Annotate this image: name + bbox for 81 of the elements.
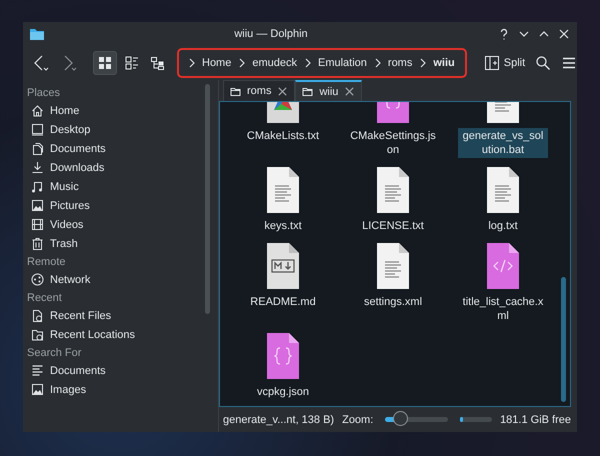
markdown-file-icon[interactable]: [266, 242, 300, 290]
sidebar-item[interactable]: Recent Locations: [50, 328, 135, 340]
folder-icon: [29, 26, 45, 40]
close-icon[interactable]: [277, 86, 288, 96]
sidebar-item[interactable]: Videos: [50, 218, 84, 230]
close-icon[interactable]: [557, 26, 571, 40]
sidebar-item[interactable]: Downloads: [50, 162, 104, 174]
scrollbar-thumb[interactable]: [205, 84, 210, 314]
music-note-icon: [31, 180, 44, 193]
breadcrumb-item[interactable]: Home: [189, 56, 232, 68]
recent-file-icon: [31, 309, 44, 322]
recent-folder-icon: [31, 328, 44, 341]
sidebar-item[interactable]: Documents: [50, 142, 106, 154]
breadcrumb-item[interactable]: wiiu: [420, 56, 455, 68]
split-button[interactable]: Split: [480, 52, 528, 74]
picture-icon: [31, 383, 44, 396]
documents-icon: [31, 142, 44, 155]
braces-file-icon[interactable]: [266, 332, 300, 380]
menu-icon: [561, 54, 577, 70]
split-panel-icon: [484, 54, 500, 70]
film-icon: [31, 218, 44, 231]
file-name[interactable]: CMakeSettings.json: [348, 128, 438, 158]
text-file-icon[interactable]: [376, 166, 410, 214]
house-icon: [31, 104, 44, 117]
sidebar-item[interactable]: Documents: [50, 364, 106, 376]
zoom-label: Zoom:: [342, 414, 374, 426]
sidebar-item[interactable]: Pictures: [50, 200, 90, 212]
monitor-icon: [31, 123, 44, 136]
slider-thumb[interactable]: [392, 411, 408, 426]
sidebar-item[interactable]: Trash: [50, 238, 78, 250]
status-text: generate_v...nt, 138 B): [223, 414, 334, 426]
back-arrow-icon: [32, 52, 50, 72]
grid-icon: [97, 54, 113, 70]
window-title: wiiu — Dolphin: [233, 28, 309, 40]
file-name[interactable]: keys.txt: [238, 218, 328, 234]
text-file-icon[interactable]: [486, 166, 520, 214]
section-heading: Search For: [27, 346, 82, 361]
breadcrumb-item[interactable]: roms: [374, 56, 412, 68]
file-name[interactable]: title_list_cache.xml: [458, 294, 548, 324]
sidebar-item[interactable]: Desktop: [50, 124, 90, 136]
chevron-icon: [239, 58, 246, 68]
sidebar-item[interactable]: Images: [50, 384, 86, 396]
chevron-icon: [374, 58, 381, 68]
sidebar-item[interactable]: Home: [50, 104, 80, 116]
picture-icon: [31, 199, 44, 212]
section-heading: Recent: [27, 291, 63, 306]
file-name[interactable]: generate_vs_solution.bat: [458, 128, 548, 158]
list-icon: [124, 54, 140, 70]
network-icon: [31, 273, 44, 286]
breadcrumb-item[interactable]: emudeck: [239, 56, 297, 68]
folder-icon: [230, 86, 241, 96]
free-space-text: 181.1 GiB free: [500, 414, 571, 426]
sidebar-item[interactable]: Recent Files: [50, 310, 112, 322]
tab[interactable]: wiiu: [295, 80, 362, 101]
file-name[interactable]: LICENSE.txt: [348, 218, 438, 234]
tree-icon: [150, 54, 166, 70]
file-name[interactable]: CMakeLists.txt: [238, 128, 328, 144]
trash-icon: [31, 237, 44, 250]
download-icon: [31, 161, 44, 174]
code-file-icon[interactable]: [486, 242, 520, 290]
text-lines-icon: [31, 364, 44, 377]
file-name[interactable]: settings.xml: [348, 294, 438, 310]
section-heading: Remote: [27, 255, 67, 270]
file-name[interactable]: README.md: [238, 294, 328, 310]
icon-view-button[interactable]: [93, 50, 117, 74]
close-icon[interactable]: [344, 86, 356, 97]
file-name[interactable]: vcpkg.json: [238, 384, 328, 400]
chevron-icon: [420, 58, 426, 68]
folder-icon: [302, 86, 314, 97]
chevron-icon: [189, 58, 195, 68]
file-name[interactable]: log.txt: [458, 218, 548, 234]
text-file-icon[interactable]: [266, 166, 300, 214]
scrollbar-thumb[interactable]: [561, 277, 566, 402]
breadcrumb-item[interactable]: Emulation: [304, 56, 367, 68]
sidebar-item[interactable]: Network: [50, 274, 90, 286]
search-icon: [535, 54, 552, 70]
sidebar-item[interactable]: Music: [50, 180, 79, 192]
text-file-icon[interactable]: [376, 242, 410, 290]
tab[interactable]: roms: [223, 80, 296, 101]
section-heading: Places: [27, 86, 62, 101]
chevron-icon: [304, 58, 311, 68]
